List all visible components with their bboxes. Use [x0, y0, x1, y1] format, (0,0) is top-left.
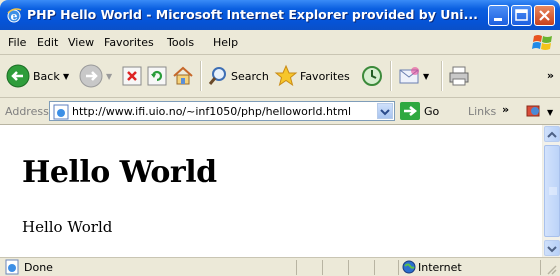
grip-icon [549, 187, 557, 195]
minimize-icon [494, 18, 502, 21]
menu-bar: File Edit View Favorites Tools Help [0, 30, 560, 55]
status-divider [296, 260, 297, 275]
menu-help[interactable]: Help [213, 36, 238, 49]
home-icon[interactable] [172, 65, 194, 87]
go-arrow-icon [404, 106, 418, 116]
page-paragraph: Hello World [22, 218, 113, 236]
page-icon [53, 104, 69, 120]
done-page-icon [5, 259, 19, 275]
page-content: Hello World Hello World [0, 125, 542, 257]
search-icon[interactable] [207, 65, 229, 87]
toolbar-separator [200, 61, 202, 91]
status-text: Done [24, 261, 53, 274]
mail-dropdown-icon[interactable]: ▼ [423, 72, 429, 81]
status-divider [540, 260, 541, 275]
svg-text:e: e [11, 10, 18, 23]
back-dropdown-icon[interactable]: ▼ [63, 72, 69, 81]
favorites-star-icon[interactable] [274, 64, 298, 88]
title-bar[interactable]: e PHP Hello World - Microsoft Internet E… [0, 0, 560, 30]
toolbar-separator [390, 61, 392, 91]
browser-window: e PHP Hello World - Microsoft Internet E… [0, 0, 560, 276]
address-label: Address [5, 105, 49, 118]
mail-icon[interactable] [398, 66, 422, 86]
search-label[interactable]: Search [231, 70, 269, 83]
close-icon [539, 10, 550, 21]
chevron-down-icon [380, 109, 390, 116]
address-bar: Address http://www.ifi.uio.no/~inf1050/p… [0, 98, 560, 125]
maximize-button[interactable] [511, 5, 532, 26]
window-title: PHP Hello World - Microsoft Internet Exp… [27, 7, 478, 22]
stop-icon[interactable] [122, 66, 142, 86]
menu-edit[interactable]: Edit [37, 36, 58, 49]
status-divider [322, 260, 323, 275]
favorites-label[interactable]: Favorites [300, 70, 350, 83]
history-icon[interactable] [361, 65, 383, 87]
go-button[interactable] [400, 102, 420, 120]
addon-dropdown-icon[interactable]: ▼ [547, 108, 553, 117]
security-zone-label: Internet [418, 261, 462, 274]
back-label[interactable]: Back [33, 70, 60, 83]
go-label[interactable]: Go [424, 105, 439, 118]
close-button[interactable] [534, 5, 555, 26]
links-label[interactable]: Links [468, 105, 496, 118]
maximize-icon [515, 9, 528, 21]
windows-logo-icon [532, 35, 552, 50]
menu-view[interactable]: View [68, 36, 94, 49]
internet-zone-icon [402, 260, 416, 274]
address-url[interactable]: http://www.ifi.uio.no/~inf1050/php/hello… [72, 105, 351, 118]
forward-dropdown-icon[interactable]: ▼ [106, 72, 112, 81]
chevron-up-icon [547, 131, 557, 138]
status-divider [398, 260, 399, 275]
status-divider [374, 260, 375, 275]
links-chevron[interactable]: » [502, 103, 509, 116]
back-arrow-icon[interactable] [6, 64, 30, 88]
status-bar: Done Internet [0, 257, 560, 276]
status-divider [348, 260, 349, 275]
vertical-scrollbar[interactable] [542, 125, 560, 257]
standard-toolbar: Back ▼ ▼ Search Favorites ▼ » [0, 55, 560, 98]
address-dropdown-button[interactable] [377, 103, 393, 119]
minimize-button[interactable] [488, 5, 509, 26]
page-heading: Hello World [22, 155, 217, 190]
scroll-thumb[interactable] [544, 145, 560, 237]
address-input[interactable]: http://www.ifi.uio.no/~inf1050/php/hello… [49, 101, 395, 121]
scroll-up-button[interactable] [544, 126, 560, 142]
forward-arrow-icon[interactable] [79, 64, 103, 88]
menu-file[interactable]: File [8, 36, 26, 49]
scroll-down-button[interactable] [544, 240, 560, 256]
menu-favorites[interactable]: Favorites [104, 36, 154, 49]
toolbar-more-chevron[interactable]: » [547, 69, 554, 82]
ie-icon: e [7, 8, 22, 23]
resize-grip-icon[interactable] [544, 262, 558, 276]
refresh-icon[interactable] [147, 66, 167, 86]
addon-icon[interactable] [525, 103, 543, 119]
menu-tools[interactable]: Tools [167, 36, 194, 49]
toolbar-separator [441, 61, 443, 91]
chevron-down-icon [547, 246, 557, 253]
print-icon[interactable] [448, 65, 470, 87]
